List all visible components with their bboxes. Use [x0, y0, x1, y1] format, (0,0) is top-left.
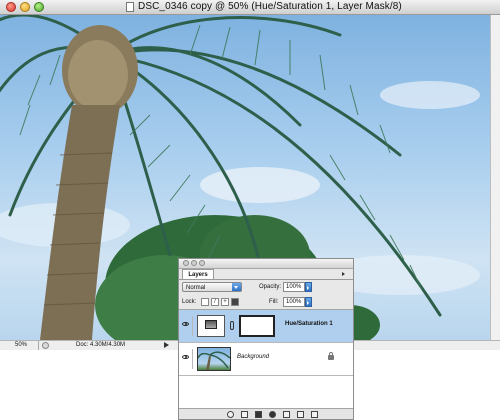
opacity-slider-button[interactable]: [305, 282, 312, 292]
layer-mask-thumbnail[interactable]: [239, 315, 275, 337]
zoom-window-button[interactable]: [34, 2, 44, 12]
zoom-level-field[interactable]: 50%: [4, 341, 39, 350]
fill-field[interactable]: 100%: [283, 297, 305, 307]
chevron-down-icon: [232, 283, 241, 291]
lock-label: Lock:: [182, 299, 197, 305]
layer-row-background[interactable]: Background: [179, 343, 353, 376]
lock-image-brush-icon[interactable]: /: [211, 298, 219, 306]
add-layer-mask-icon[interactable]: [255, 411, 262, 418]
visibility-eye-icon[interactable]: [181, 316, 193, 336]
layers-list: Hue/Saturation 1 Background: [179, 310, 353, 408]
layers-bottom-bar: [179, 408, 353, 419]
fill-label: Fill:: [269, 299, 279, 305]
document-size-info: Doc: 4.30M/4.30M: [76, 342, 126, 348]
layers-palette: Layers Normal Opacity: 100% Lock: / + Fi…: [178, 258, 354, 420]
window-title: DSC_0346 copy @ 50% (Hue/Saturation 1, L…: [138, 1, 402, 12]
palette-menu-arrow-icon[interactable]: [341, 270, 349, 278]
new-group-folder-icon[interactable]: [283, 411, 290, 418]
palette-zoom-button[interactable]: [199, 260, 205, 266]
close-window-button[interactable]: [6, 2, 16, 12]
lock-transparency-icon[interactable]: [201, 298, 209, 306]
palette-close-button[interactable]: [183, 260, 189, 266]
tab-divider: [179, 279, 353, 280]
fill-slider-button[interactable]: [305, 297, 312, 307]
background-layer-thumbnail: [197, 347, 231, 371]
opacity-label: Opacity:: [259, 284, 282, 290]
lock-icon: [328, 352, 334, 360]
lock-all-icon[interactable]: [231, 298, 239, 306]
palette-minimize-button[interactable]: [191, 260, 197, 266]
layer-style-fx-icon[interactable]: [241, 411, 248, 418]
palette-titlebar[interactable]: [179, 259, 353, 269]
blend-mode-value: Normal: [186, 285, 206, 291]
window-titlebar[interactable]: DSC_0346 copy @ 50% (Hue/Saturation 1, L…: [0, 0, 500, 15]
link-chain-icon[interactable]: [230, 321, 234, 330]
blend-opacity-row: Normal Opacity: 100%: [179, 281, 353, 295]
new-adjustment-layer-icon[interactable]: [269, 411, 276, 418]
layer-name: Hue/Saturation 1: [285, 321, 333, 327]
lock-fill-row: Lock: / + Fill: 100%: [179, 296, 353, 310]
delete-layer-trash-icon[interactable]: [311, 411, 318, 418]
blend-mode-select[interactable]: Normal: [182, 282, 242, 292]
layer-row-hue-saturation[interactable]: Hue/Saturation 1: [179, 310, 353, 343]
link-layers-icon[interactable]: [227, 411, 234, 418]
document-icon: [126, 2, 134, 12]
minimize-window-button[interactable]: [20, 2, 30, 12]
status-menu-arrow-icon[interactable]: [164, 342, 169, 348]
opacity-field[interactable]: 100%: [283, 282, 305, 292]
status-info-icon[interactable]: [42, 342, 49, 349]
adjustment-layer-thumbnail: [197, 315, 225, 337]
new-layer-icon[interactable]: [297, 411, 304, 418]
visibility-eye-icon[interactable]: [181, 349, 193, 369]
lock-position-move-icon[interactable]: +: [221, 298, 229, 306]
layer-name: Background: [237, 354, 270, 360]
vertical-scrollbar[interactable]: [490, 15, 500, 340]
